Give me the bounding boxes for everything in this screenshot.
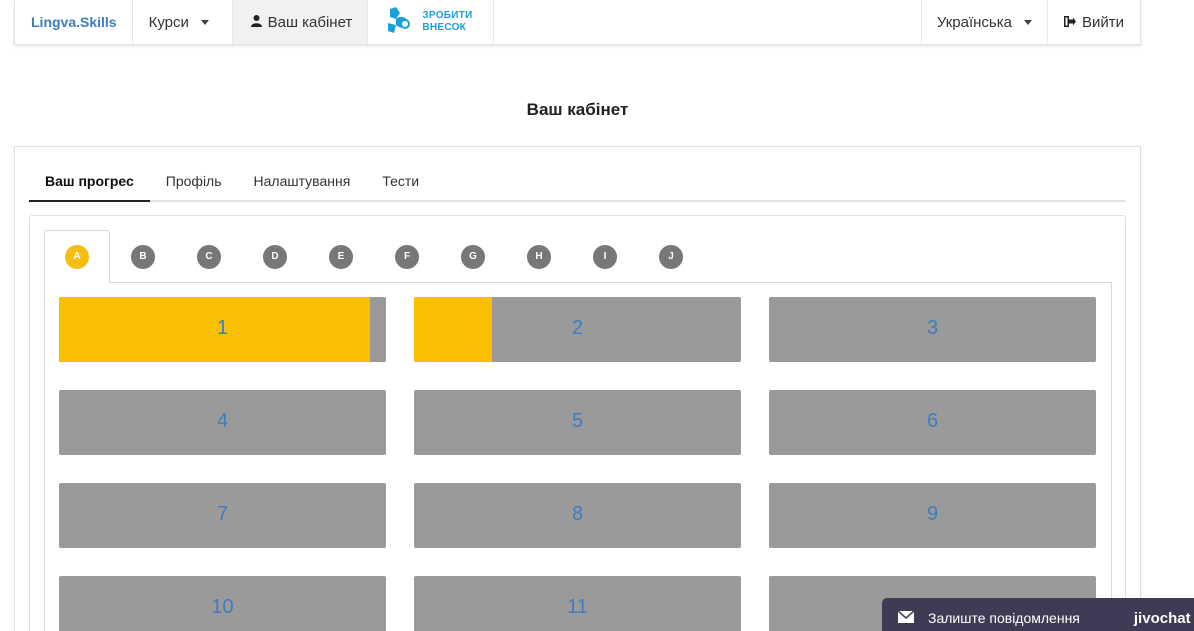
lesson-card[interactable]: 10 <box>59 576 386 631</box>
level-tab-f[interactable]: F <box>374 230 440 283</box>
contribute-line1: ЗРОБИТИ <box>422 10 473 21</box>
lesson-card[interactable]: 2 <box>414 297 741 362</box>
hand-coin-icon <box>386 5 418 39</box>
level-badge: A <box>65 244 89 269</box>
level-badge: I <box>593 244 617 269</box>
lesson-card[interactable]: 7 <box>59 483 386 548</box>
logout-button[interactable]: Вийти <box>1048 0 1140 44</box>
level-badge: H <box>527 244 551 269</box>
lesson-number: 10 <box>211 596 234 618</box>
lesson-number: 6 <box>926 410 939 432</box>
level-tab-a[interactable]: A <box>44 230 110 283</box>
chevron-down-icon <box>1023 19 1032 25</box>
cabinet-link[interactable]: Ваш кабінет <box>232 0 369 44</box>
level-tab-g[interactable]: G <box>440 230 506 283</box>
level-tab-c[interactable]: C <box>176 230 242 283</box>
lesson-number: 3 <box>926 317 939 339</box>
sign-out-icon <box>1063 15 1076 30</box>
cabinet-tabs: Ваш прогрес Профіль Налаштування Тести <box>29 167 1126 202</box>
level-tab-d[interactable]: D <box>242 230 308 283</box>
brand-link[interactable]: Lingva.Skills <box>15 0 133 44</box>
language-label: Українська <box>936 13 1012 31</box>
lesson-card[interactable]: 9 <box>769 483 1096 548</box>
user-icon <box>250 14 262 30</box>
courses-dropdown[interactable]: Курси <box>133 0 233 44</box>
chat-widget[interactable]: Залиште повідомлення jivochat <box>882 598 1194 631</box>
lesson-number: 2 <box>571 317 584 339</box>
lesson-card[interactable]: 5 <box>414 390 741 455</box>
page-title: Ваш кабінет <box>526 100 629 119</box>
lesson-number: 9 <box>926 503 939 525</box>
chat-message-label: Залиште повідомлення <box>928 610 1080 626</box>
level-badge: J <box>659 244 683 269</box>
tab-progress[interactable]: Ваш прогрес <box>29 167 150 202</box>
level-badge: C <box>197 244 221 269</box>
contribute-button[interactable]: ЗРОБИТИ ВНЕСОК <box>368 0 494 44</box>
lesson-number: 5 <box>571 410 584 432</box>
lesson-number: 8 <box>571 503 584 525</box>
progress-panel: Ваш прогрес Профіль Налаштування Тести A… <box>14 146 1141 631</box>
cabinet-label: Ваш кабінет <box>267 13 353 31</box>
language-dropdown[interactable]: Українська <box>922 0 1048 44</box>
envelope-icon <box>897 610 915 626</box>
logout-label: Вийти <box>1081 13 1124 31</box>
level-badge: G <box>461 244 485 269</box>
level-tab-b[interactable]: B <box>110 230 176 283</box>
chevron-down-icon <box>200 19 209 25</box>
lesson-number: 7 <box>216 503 229 525</box>
lesson-card[interactable]: 1 <box>59 297 386 362</box>
chat-brand: jivochat <box>1133 609 1191 627</box>
lesson-card[interactable]: 3 <box>769 297 1096 362</box>
level-tab-j[interactable]: J <box>638 230 704 283</box>
tab-tests[interactable]: Тести <box>366 167 435 202</box>
tab-profile[interactable]: Профіль <box>150 167 238 202</box>
level-badge: F <box>395 244 419 269</box>
lesson-number: 11 <box>567 596 588 618</box>
nav-spacer <box>494 0 922 44</box>
lesson-card[interactable]: 6 <box>769 390 1096 455</box>
level-badge: E <box>329 244 353 269</box>
lesson-number: 4 <box>216 410 229 432</box>
level-tabs: A B C D E F G H I J <box>44 230 1112 283</box>
courses-label: Курси <box>148 13 189 31</box>
level-tab-h[interactable]: H <box>506 230 572 283</box>
level-tab-e[interactable]: E <box>308 230 374 283</box>
lesson-card[interactable]: 11 <box>414 576 741 631</box>
level-tab-i[interactable]: I <box>572 230 638 283</box>
lesson-number: 1 <box>216 317 229 339</box>
level-badge: D <box>263 244 287 269</box>
lesson-card[interactable]: 8 <box>414 483 741 548</box>
level-badge: B <box>131 244 155 269</box>
contribute-line2: ВНЕСОК <box>422 22 467 33</box>
lesson-card[interactable]: 4 <box>59 390 386 455</box>
top-navbar: Lingva.Skills Курси Ваш кабінет ЗРОБИТИ … <box>14 0 1141 45</box>
tab-settings[interactable]: Налаштування <box>238 167 367 202</box>
